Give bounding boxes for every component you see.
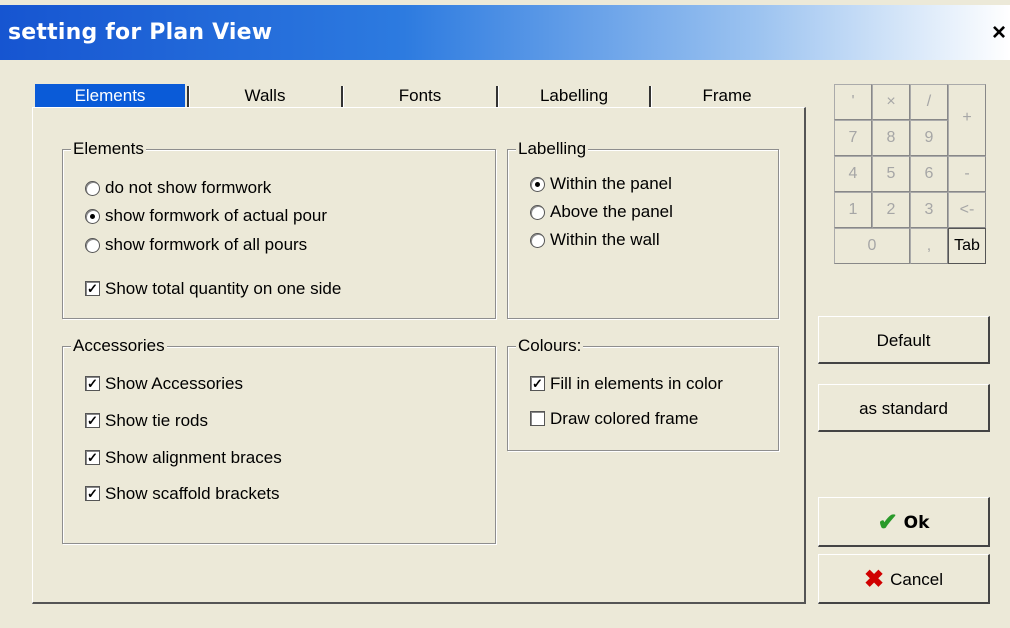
key-multiply[interactable]: × [872,84,910,120]
key-2[interactable]: 2 [872,192,910,228]
checkbox[interactable]: ✓ [85,413,100,428]
option-label: show formwork of all pours [105,235,308,254]
button-label: Ok [903,512,930,533]
key-4[interactable]: 4 [834,156,872,192]
tab-separator [341,86,344,108]
key-plus[interactable]: + [948,84,986,156]
accessories-group: Accessories ✓ Show Accessories ✓ Show ti… [62,336,496,544]
checkbox[interactable] [530,411,545,426]
close-icon[interactable]: × [988,20,1010,46]
key-8[interactable]: 8 [872,120,910,156]
checkbox[interactable]: ✓ [85,450,100,465]
option-label: Show Accessories [105,374,243,393]
option-label: Show total quantity on one side [105,279,342,298]
labelling-group: Labelling Within the panel Above the pan… [507,139,779,319]
group-title: Labelling [516,139,589,159]
key-divide[interactable]: / [910,84,948,120]
option-label: show formwork of actual pour [105,206,328,225]
checkbox[interactable]: ✓ [85,486,100,501]
key-1[interactable]: 1 [834,192,872,228]
key-apostrophe[interactable]: ' [834,84,872,120]
radio-button[interactable] [530,205,545,220]
radio-button[interactable] [530,233,545,248]
tab-fonts[interactable]: Fonts [345,84,495,108]
window-title: setting for Plan View [8,20,273,45]
key-tab[interactable]: Tab [948,228,986,264]
option-label: Draw colored frame [550,409,699,428]
key-7[interactable]: 7 [834,120,872,156]
title-bar: setting for Plan View × [0,5,1010,60]
group-title: Colours: [516,336,584,356]
cancel-button[interactable]: ✖ Cancel [818,554,990,604]
option-label: Above the panel [550,202,673,221]
option-label: Within the wall [550,230,660,249]
key-0[interactable]: 0 [834,228,910,264]
option-label: Fill in elements in color [550,374,723,393]
cancel-x-icon: ✖ [863,565,885,593]
option-label: Show alignment braces [105,448,282,467]
group-title: Elements [71,139,146,159]
tab-walls[interactable]: Walls [190,84,340,108]
button-label: Default [876,330,931,350]
elements-group: Elements do not show formwork show formw… [62,139,496,319]
checkbox[interactable]: ✓ [530,376,545,391]
key-comma[interactable]: , [910,228,948,264]
option-label: Show tie rods [105,411,208,430]
key-5[interactable]: 5 [872,156,910,192]
option-label: Show scaffold brackets [105,484,280,503]
option-label: Within the panel [550,174,672,193]
checkbox[interactable]: ✓ [85,281,100,296]
checkmark-icon: ✔ [877,508,898,536]
tab-labelling[interactable]: Labelling [499,84,649,108]
group-title: Accessories [71,336,167,356]
key-3[interactable]: 3 [910,192,948,228]
tab-elements[interactable]: Elements [35,84,185,108]
button-label: as standard [859,398,948,418]
button-label: Cancel [890,569,944,589]
radio-button[interactable] [85,181,100,196]
key-9[interactable]: 9 [910,120,948,156]
radio-button[interactable] [85,238,100,253]
key-backspace[interactable]: <- [948,192,986,228]
radio-button[interactable] [530,177,545,192]
default-button[interactable]: Default [818,316,990,364]
checkbox[interactable]: ✓ [85,376,100,391]
radio-button[interactable] [85,209,100,224]
option-label: do not show formwork [105,178,272,197]
key-6[interactable]: 6 [910,156,948,192]
tab-frame[interactable]: Frame [652,84,802,108]
as-standard-button[interactable]: as standard [818,384,990,432]
ok-button[interactable]: ✔ Ok [818,497,990,547]
key-minus[interactable]: - [948,156,986,192]
colours-group: Colours: ✓ Fill in elements in color Dra… [507,336,779,451]
